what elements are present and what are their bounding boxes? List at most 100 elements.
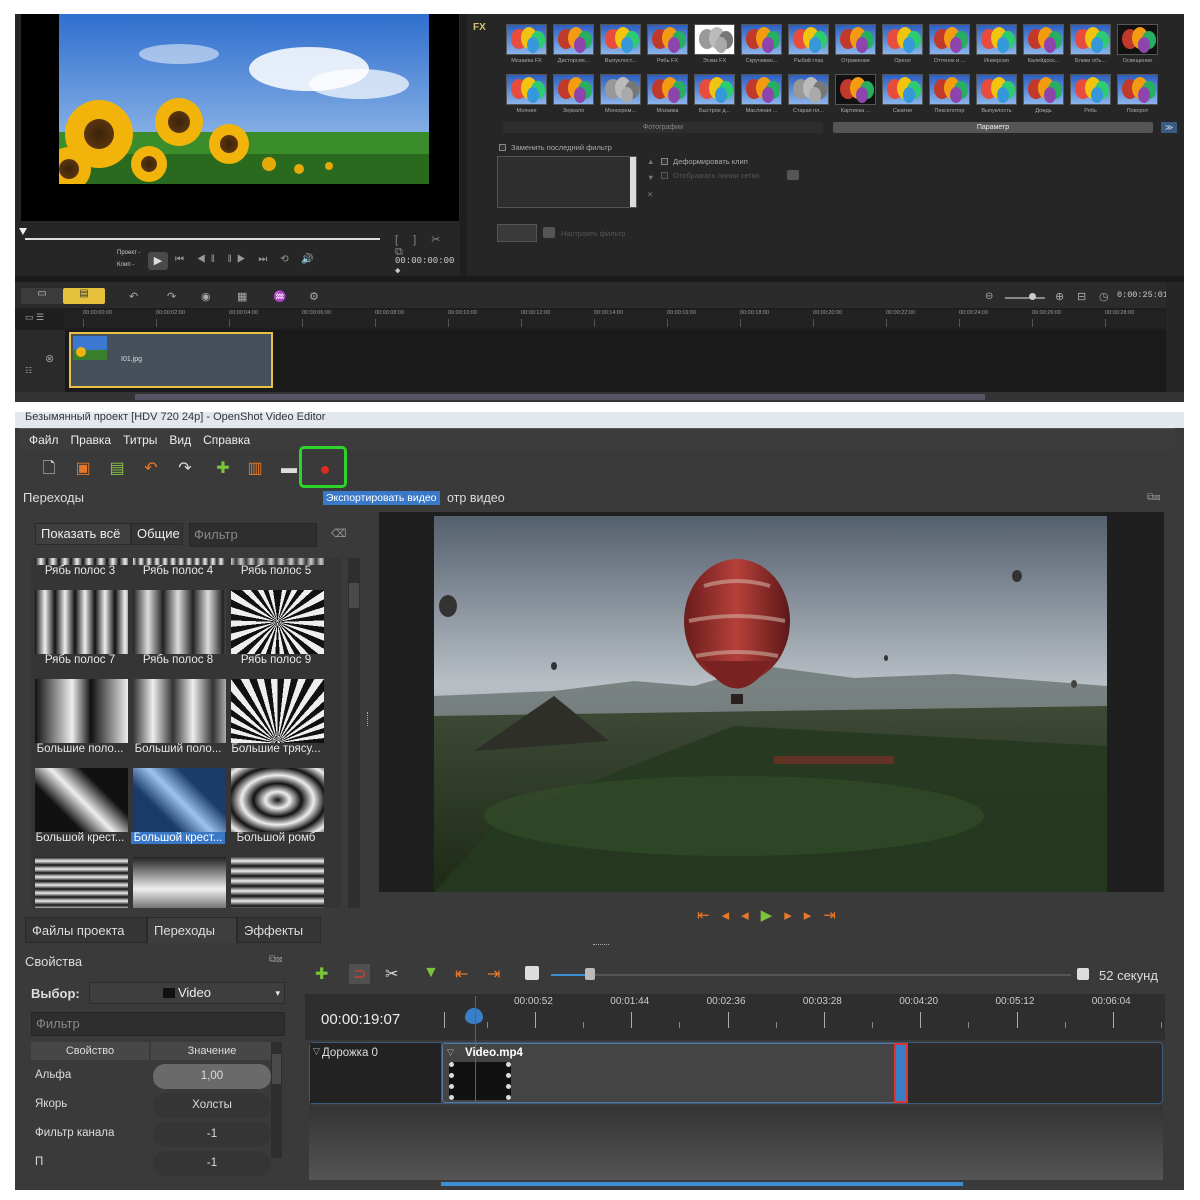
zoom-slider-knob[interactable] xyxy=(1029,293,1036,300)
fit-project-icon[interactable]: ⊟ xyxy=(1077,290,1086,303)
show-grid-checkbox[interactable] xyxy=(661,172,668,179)
panel-splitter[interactable] xyxy=(593,944,609,948)
transition-item[interactable]: Большой крест... xyxy=(31,765,129,854)
menu-view[interactable]: Вид xyxy=(169,433,191,447)
timeline-clip[interactable]: I01.jpg xyxy=(69,332,273,388)
transition-item[interactable]: Большой крест... xyxy=(129,765,227,854)
property-value[interactable]: 1,00 xyxy=(153,1064,271,1089)
fx-item[interactable]: Эскиз FX xyxy=(691,24,738,64)
filter-preset-dropdown[interactable] xyxy=(497,224,537,242)
transition-item[interactable]: Большие поло... xyxy=(31,676,129,765)
clip-menu-icon[interactable]: ▽ xyxy=(447,1047,454,1058)
col-value[interactable]: Значение xyxy=(151,1042,273,1060)
profile-icon[interactable]: ▥ xyxy=(243,458,267,480)
common-button[interactable]: Общие xyxy=(131,523,183,545)
audio-icon[interactable]: ♒ xyxy=(273,290,287,303)
fx-item[interactable]: Зеркало xyxy=(550,74,597,114)
fx-item[interactable]: Дисторсия... xyxy=(550,24,597,64)
menu-titles[interactable]: Титры xyxy=(123,433,157,447)
properties-panel-controls[interactable]: ⧉⊠ xyxy=(269,954,283,965)
track-collapse-icon[interactable]: ▽ xyxy=(313,1046,320,1057)
property-row[interactable]: Альфа 1,00 xyxy=(31,1062,285,1091)
show-all-button[interactable]: Показать всё xyxy=(35,523,131,545)
transition-item[interactable]: Рябь полос 7 xyxy=(31,587,129,676)
fx-item[interactable]: Масляная ... xyxy=(738,74,785,114)
save-project-icon[interactable]: ▤ xyxy=(105,458,129,480)
configure-filter-label[interactable]: Настроить фильтр xyxy=(561,229,625,238)
transition-item[interactable]: Рябь полос 9 xyxy=(227,587,325,676)
move-up-icon[interactable]: ▲ xyxy=(647,157,654,166)
timeline-horizontal-scrollbar[interactable] xyxy=(15,392,1184,402)
transitions-filter-input[interactable]: Фильтр xyxy=(189,523,317,547)
menu-file[interactable]: Файл xyxy=(29,433,59,447)
jump-end-icon[interactable]: ⇥ xyxy=(823,907,848,924)
fx-item[interactable]: Сжатие xyxy=(879,74,926,114)
zoom-in-icon[interactable]: ⊕ xyxy=(1055,290,1064,303)
fast-forward-icon[interactable]: ▸▸ xyxy=(784,907,823,924)
tab-transitions[interactable]: Переходы xyxy=(147,917,237,943)
undo-icon[interactable]: ↶ xyxy=(139,458,163,480)
menu-help[interactable]: Справка xyxy=(203,433,250,447)
fx-item[interactable]: Ореол xyxy=(879,24,926,64)
property-value[interactable]: -1 xyxy=(153,1151,271,1176)
applied-filters-list[interactable] xyxy=(497,156,637,208)
fx-item[interactable]: Дождь xyxy=(1020,74,1067,114)
property-value[interactable]: Холсты xyxy=(153,1093,271,1118)
collapse-icon[interactable]: ≫ xyxy=(1161,122,1177,133)
timeline-clip[interactable]: ▽ Video.mp4 xyxy=(442,1043,898,1103)
fx-item[interactable]: Поворот xyxy=(1114,74,1161,114)
timeline-empty-area[interactable] xyxy=(309,1106,1163,1180)
fx-item[interactable]: Рябь FX xyxy=(644,24,691,64)
timeline-zoom-slider[interactable] xyxy=(551,974,1071,976)
transition-item[interactable]: Рябь полос 3 xyxy=(31,558,129,587)
zoom-checkbox[interactable] xyxy=(1077,968,1089,980)
fullscreen-icon[interactable]: ▬ xyxy=(277,458,301,480)
transition-item[interactable]: Рябь полос 5 xyxy=(227,558,325,587)
jump-start-icon[interactable]: ⇤ xyxy=(697,907,722,924)
redo-icon[interactable]: ↷ xyxy=(167,290,176,303)
fx-item[interactable]: Инверсия xyxy=(973,24,1020,64)
track-visibility-icon[interactable]: ⊗ xyxy=(45,352,54,365)
rewind-icon[interactable]: ◂◂ xyxy=(722,907,761,924)
configure-filter-icon[interactable] xyxy=(543,227,555,238)
properties-filter-input[interactable]: Фильтр xyxy=(31,1012,285,1036)
zoom-slider-knob[interactable] xyxy=(585,968,595,980)
player-transport-icons[interactable]: ⏮ ◀‖ ‖▶ ⏭ ⟲ 🔊 xyxy=(175,254,319,265)
gallery-scrollbar[interactable] xyxy=(348,558,360,908)
storyboard-view-button[interactable]: ▭ xyxy=(21,288,63,304)
tab-effects[interactable]: Эффекты xyxy=(237,917,321,943)
replace-last-filter-checkbox[interactable] xyxy=(499,144,506,151)
next-marker-icon[interactable]: ⇥ xyxy=(487,964,500,984)
transition-item[interactable]: Большие трясу... xyxy=(227,676,325,765)
transition-item[interactable] xyxy=(227,854,325,908)
transition-item[interactable]: Рябь полос 8 xyxy=(129,587,227,676)
fx-item[interactable]: Скручиван... xyxy=(738,24,785,64)
scrollbar-thumb[interactable] xyxy=(135,394,985,400)
add-track-icon[interactable]: ✚ xyxy=(315,964,328,984)
playhead-icon[interactable] xyxy=(465,1008,483,1024)
list-scrollbar[interactable] xyxy=(630,157,636,207)
fx-item[interactable]: Пикселятор xyxy=(926,74,973,114)
previous-marker-icon[interactable]: ⇤ xyxy=(455,964,468,984)
properties-scrollbar[interactable] xyxy=(271,1042,282,1158)
add-marker-icon[interactable]: ▼ xyxy=(423,964,439,982)
transition-item[interactable]: Рябь полос 4 xyxy=(129,558,227,587)
player-timecode[interactable]: 00:00:00:00 ◆ xyxy=(395,256,460,276)
fx-item[interactable]: Освещение xyxy=(1114,24,1161,64)
selection-dropdown[interactable]: Video ▾ xyxy=(89,982,285,1004)
fx-item[interactable]: Молния xyxy=(503,74,550,114)
properties-scrollbar-knob[interactable] xyxy=(272,1054,281,1084)
open-project-icon[interactable]: ▣ xyxy=(71,458,95,480)
fx-item[interactable]: Мозаика xyxy=(644,74,691,114)
tab-project-files[interactable]: Файлы проекта xyxy=(25,917,147,943)
gallery-scrollbar-knob[interactable] xyxy=(349,583,359,608)
fx-item[interactable]: Картинка ... xyxy=(832,74,879,114)
razor-icon[interactable]: ✂ xyxy=(385,964,398,984)
fx-item[interactable]: Старая пл... xyxy=(785,74,832,114)
menu-edit[interactable]: Правка xyxy=(71,433,112,447)
tab-params[interactable]: Параметр xyxy=(833,122,1153,133)
fx-item[interactable]: Выпуклость xyxy=(973,74,1020,114)
play-button[interactable]: ▶ xyxy=(148,252,168,270)
transition-item[interactable]: Большой ромб xyxy=(227,765,325,854)
col-property[interactable]: Свойство xyxy=(31,1042,149,1060)
